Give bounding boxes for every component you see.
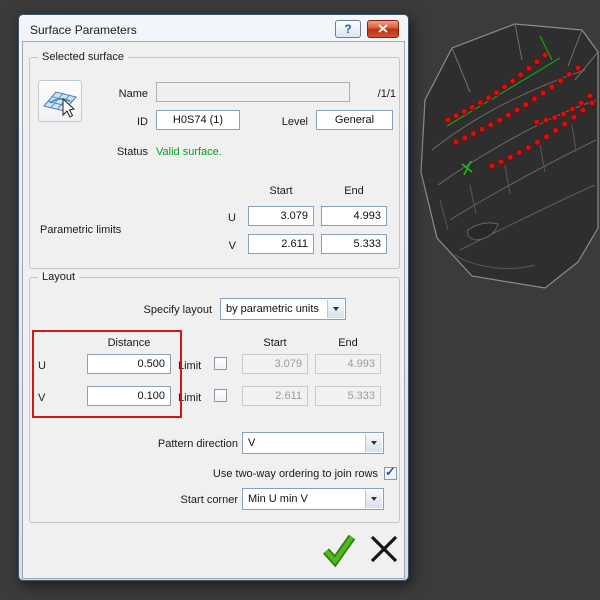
dropdown-arrow-icon xyxy=(365,434,382,452)
u-distance-field[interactable]: 0.500 xyxy=(87,354,171,374)
layout-v-label: V xyxy=(38,392,46,404)
help-button[interactable]: ? xyxy=(335,20,361,38)
layout-group: Layout Specify layout by parametric unit… xyxy=(29,270,400,523)
limits-u-end-field[interactable]: 4.993 xyxy=(321,206,387,226)
start-corner-label: Start corner xyxy=(180,494,238,506)
ok-button[interactable] xyxy=(319,529,359,569)
dropdown-arrow-icon xyxy=(327,300,344,318)
limits-u-start-field[interactable]: 3.079 xyxy=(248,206,314,226)
pattern-direction-label: Pattern direction xyxy=(157,438,238,450)
id-field[interactable]: H0S74 (1) xyxy=(156,110,240,130)
v-end-field: 5.333 xyxy=(315,386,381,406)
limits-v-start-field[interactable]: 2.611 xyxy=(248,234,314,254)
close-button[interactable] xyxy=(367,20,399,38)
pattern-direction-dropdown[interactable]: V xyxy=(242,432,384,454)
surface-picker-button[interactable] xyxy=(38,80,82,122)
layout-group-label: Layout xyxy=(38,270,80,285)
selected-surface-group: Selected surface Name /1/1 ID H0S74 (1) … xyxy=(29,50,400,269)
check-icon: ✓ xyxy=(385,464,396,479)
layout-u-label: U xyxy=(38,360,46,372)
level-field[interactable]: General xyxy=(316,110,393,130)
v-limit-label: Limit xyxy=(178,392,202,404)
two-way-label: Use two-way ordering to join rows xyxy=(212,468,378,480)
cancel-button[interactable] xyxy=(364,529,404,569)
parametric-limits-label: Parametric limits xyxy=(40,224,122,236)
limits-u-label: U xyxy=(228,212,236,224)
name-label: Name xyxy=(118,88,148,100)
status-value: Valid surface. xyxy=(156,146,222,158)
close-icon xyxy=(378,24,388,33)
start-corner-dropdown[interactable]: Min U min V xyxy=(242,488,384,510)
surface-icon xyxy=(43,91,77,118)
id-label: ID xyxy=(137,116,148,128)
name-field[interactable] xyxy=(156,82,350,102)
status-label: Status xyxy=(116,146,148,158)
u-limit-checkbox[interactable]: ✓ xyxy=(214,357,227,370)
layout-end-header: End xyxy=(338,337,358,349)
specify-layout-value: by parametric units xyxy=(226,303,319,315)
app-window: Surface Parameters ? Selected surface Na… xyxy=(0,0,600,600)
name-suffix: /1/1 xyxy=(377,88,396,100)
u-start-field: 3.079 xyxy=(242,354,308,374)
titlebar[interactable]: Surface Parameters ? xyxy=(22,17,405,41)
cancel-x-icon xyxy=(370,535,398,563)
limits-end-header: End xyxy=(344,185,364,197)
level-label: Level xyxy=(281,116,308,128)
dialog-body: Selected surface Name /1/1 ID H0S74 (1) … xyxy=(22,41,405,579)
limits-v-label: V xyxy=(228,240,236,252)
dropdown-arrow-icon xyxy=(365,490,382,508)
two-way-checkbox[interactable]: ✓ xyxy=(384,464,397,480)
selected-surface-group-label: Selected surface xyxy=(38,50,128,65)
v-limit-checkbox[interactable]: ✓ xyxy=(214,389,227,402)
pattern-direction-value: V xyxy=(248,437,256,449)
ok-check-icon xyxy=(323,534,356,568)
u-limit-label: Limit xyxy=(178,360,202,372)
start-corner-value: Min U min V xyxy=(248,493,308,505)
limits-v-end-field[interactable]: 5.333 xyxy=(321,234,387,254)
layout-start-header: Start xyxy=(263,337,287,349)
distance-header: Distance xyxy=(107,337,151,349)
v-distance-field[interactable]: 0.100 xyxy=(87,386,171,406)
v-start-field: 2.611 xyxy=(242,386,308,406)
specify-layout-dropdown[interactable]: by parametric units xyxy=(220,298,346,320)
help-icon: ? xyxy=(344,22,352,36)
dialog-title: Surface Parameters xyxy=(30,23,137,37)
u-end-field: 4.993 xyxy=(315,354,381,374)
surface-parameters-dialog: Surface Parameters ? Selected surface Na… xyxy=(18,14,409,581)
specify-layout-label: Specify layout xyxy=(143,304,212,316)
limits-start-header: Start xyxy=(269,185,293,197)
